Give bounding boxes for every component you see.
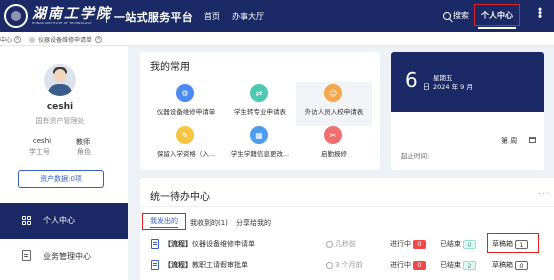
sidebar-item-business-center[interactable]: 业务管理中心	[0, 239, 128, 275]
people-icon: ☺	[324, 84, 342, 102]
briefcase-icon	[22, 250, 31, 261]
tab-label: 我发出的	[150, 216, 178, 228]
sidebar-item-label: 个人中心	[43, 216, 75, 225]
app-student-record-change[interactable]: ▦ 学生学籍信息更改...	[222, 124, 298, 168]
logo-text: 湖南工学院	[32, 6, 112, 22]
university-logo[interactable]: 湖南工学院 HUNAN INSTITUTE OF TECHNOLOGY	[4, 3, 110, 29]
calendar-icon[interactable]	[529, 137, 536, 143]
app-label: 外访人员入校申请表	[304, 108, 364, 116]
item-title[interactable]: 【流程】仪器设备维修申请单	[164, 239, 255, 249]
app-label: 保留入学资格（入...	[156, 150, 216, 158]
user-id-value: ceshi	[32, 137, 52, 145]
tab-center[interactable]: 中心 ×	[0, 35, 22, 44]
platform-title: 一站式服务平台	[114, 11, 194, 24]
card-title: 统一待办中心	[150, 192, 210, 203]
search-label: 搜索	[453, 11, 469, 20]
finished-count[interactable]: 已结束 2	[440, 260, 476, 270]
tab-label: 仪器设备维修申请单	[38, 37, 93, 44]
draft-count[interactable]: 草稿箱 0	[492, 260, 528, 270]
app-label: 仪器设备维修申请单	[156, 108, 216, 116]
search-icon	[443, 11, 451, 20]
emblem-icon	[4, 4, 28, 28]
sidebar: ceshi 国有资产管理处 ceshi 学工号 教师 角色 资产数据:0项 个人…	[0, 46, 128, 280]
nav-service-hall[interactable]: 办事大厅	[232, 11, 264, 22]
card-title: 我的常用	[150, 62, 190, 73]
app-reserve-enrollment[interactable]: ✎ 保留入学资格（入...	[148, 124, 224, 168]
calendar-day-unit: 日	[423, 83, 430, 91]
user-info: ceshi 学工号 教师 角色	[22, 137, 102, 159]
document-icon: ✎	[176, 126, 194, 144]
user-name: ceshi	[46, 102, 74, 112]
document-icon	[151, 260, 159, 270]
search-button[interactable]: 搜索	[443, 10, 469, 21]
calendar-day: 6	[405, 68, 418, 92]
swap-icon: ⇄	[250, 84, 268, 102]
in-progress-count[interactable]: 进行中 0	[390, 260, 426, 270]
app-major-transfer[interactable]: ⇄ 学生转专业申请表	[222, 82, 298, 126]
wrench-icon: ⚙	[176, 84, 194, 102]
app-label: 启勤报修	[321, 150, 347, 158]
document-icon	[151, 239, 159, 249]
user-id-label: 学工号	[29, 148, 50, 156]
asset-data-button[interactable]: 资产数据:0项	[18, 170, 104, 188]
in-progress-count[interactable]: 进行中 0	[390, 239, 426, 249]
app-visitor-entry[interactable]: ☺ 外访人员入校申请表	[296, 82, 372, 126]
calendar-card: 6 日 星期五 2024 年 9 月 第 周 起止时间:	[391, 52, 544, 170]
user-department: 国有资产管理处	[35, 117, 85, 125]
item-time: 3 个月前	[326, 260, 363, 270]
app-label: 学生学籍信息更改...	[230, 150, 290, 158]
tab-dot-icon	[29, 36, 35, 43]
more-icon[interactable]: ...	[538, 187, 550, 197]
top-navbar: 湖南工学院 HUNAN INSTITUTE OF TECHNOLOGY 一站式服…	[0, 0, 554, 32]
clock-icon	[326, 240, 333, 248]
close-icon[interactable]: ×	[14, 36, 22, 43]
scrollbar[interactable]	[546, 52, 554, 170]
item-title[interactable]: 【流程】教职工请假审批单	[164, 260, 248, 270]
divider	[140, 206, 554, 207]
close-icon[interactable]: ×	[95, 36, 103, 43]
tab-repair-request[interactable]: 仪器设备维修申请单 ×	[29, 35, 103, 44]
list-item[interactable]: 【流程】教职工请假审批单 3 个月前 进行中 0 已结束 2 草稿箱 0	[140, 258, 554, 276]
tab-shared-with-me[interactable]: 分享给我的	[236, 218, 271, 228]
calendar-header: 6 日 星期五 2024 年 9 月	[391, 52, 544, 112]
grid-icon	[22, 216, 31, 225]
sidebar-item-label: 业务管理中心	[43, 252, 91, 261]
calendar-month: 2024 年 9 月	[433, 83, 473, 91]
todo-center-card: 统一待办中心 ... 我发出的 我收到的(1) 分享给我的 【流程】仪器设备维修…	[140, 178, 554, 280]
page-tabbar: 中心 × 仪器设备维修申请单 ×	[0, 32, 554, 46]
more-menu-icon[interactable]: •••	[533, 6, 546, 16]
header-divider	[106, 9, 107, 23]
logo-subtitle: HUNAN INSTITUTE OF TECHNOLOGY	[32, 21, 92, 25]
finished-count[interactable]: 已结束 0	[440, 239, 476, 249]
user-role-value: 教师	[76, 138, 90, 146]
user-role-label: 角色	[77, 148, 91, 156]
time-range-label: 起止时间:	[401, 152, 430, 160]
tab-label: 中心	[0, 37, 13, 44]
week-number: 第 周	[501, 137, 518, 145]
tab-sent-by-me[interactable]: 我发出的	[142, 213, 186, 230]
avatar	[44, 64, 76, 96]
active-nav-indicator	[478, 27, 516, 29]
tab-received[interactable]: 我收到的(1)	[190, 218, 228, 228]
repair-icon: ✂	[324, 126, 342, 144]
calendar-icon: ▦	[250, 126, 268, 144]
item-time: 几秒前	[326, 239, 356, 249]
app-repair-report[interactable]: ✂ 启勤报修	[296, 124, 372, 168]
sidebar-item-personal-center[interactable]: 个人中心	[0, 203, 128, 239]
nav-home[interactable]: 首页	[204, 11, 220, 22]
app-equipment-repair[interactable]: ⚙ 仪器设备维修申请单	[148, 82, 224, 126]
common-apps-card: 我的常用 ⚙ 仪器设备维修申请单 ⇄ 学生转专业申请表 ☺ 外访人员入校申请表 …	[140, 52, 380, 170]
clock-icon	[326, 261, 333, 269]
draft-highlight	[487, 233, 539, 253]
app-label: 学生转专业申请表	[234, 108, 286, 116]
nav-personal-center[interactable]: 个人中心	[474, 4, 520, 26]
